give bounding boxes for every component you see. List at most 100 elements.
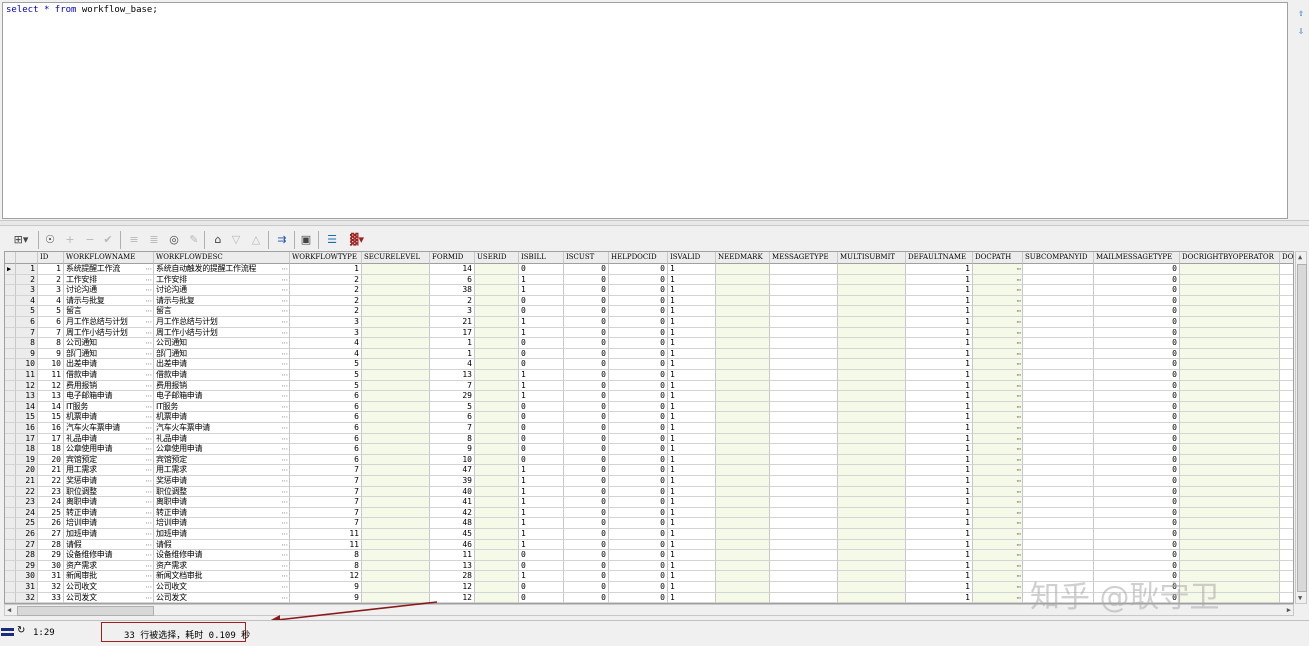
cell-isbill[interactable]: 0: [519, 550, 564, 561]
cell-helpdocid[interactable]: 0: [609, 592, 668, 603]
cell-needmark[interactable]: [716, 476, 770, 487]
cell-needmark[interactable]: [716, 401, 770, 413]
cell-ellipsis-button[interactable]: ⋯: [281, 540, 288, 550]
cell-iscust[interactable]: 0: [564, 423, 609, 434]
vertical-scroll-thumb[interactable]: [1297, 264, 1307, 592]
cell-userid[interactable]: [475, 423, 519, 434]
cell-doc[interactable]: [1280, 476, 1293, 487]
cell-docpath[interactable]: ⋯: [973, 401, 1023, 413]
cell-docpath[interactable]: ⋯: [973, 454, 1023, 466]
cell-userid[interactable]: [475, 518, 519, 529]
cell-messagetype[interactable]: [770, 465, 838, 476]
cell-userid[interactable]: [475, 476, 519, 487]
cell-ellipsis-button[interactable]: ⋯: [1017, 412, 1021, 422]
cell-multisubmit[interactable]: [838, 412, 906, 423]
cell-isbill[interactable]: 1: [519, 465, 564, 476]
filter-down-icon[interactable]: ▽: [228, 231, 244, 247]
cell-formid[interactable]: 17: [430, 327, 475, 339]
cell-workflowdesc[interactable]: 转正申请 ⋯: [154, 507, 290, 519]
col-header[interactable]: ISVALID: [668, 252, 716, 264]
cell-workflowdesc[interactable]: 请假 ⋯: [154, 539, 290, 551]
cell-isvalid[interactable]: 1: [668, 370, 716, 381]
cell-isvalid[interactable]: 1: [668, 338, 716, 349]
cell-userid[interactable]: [475, 465, 519, 476]
cell-formid[interactable]: 38: [430, 285, 475, 296]
cell-multisubmit[interactable]: [838, 529, 906, 540]
cell-workflowtype[interactable]: 6: [290, 454, 362, 466]
cell-multisubmit[interactable]: [838, 518, 906, 529]
cell-id[interactable]: 8: [38, 338, 64, 349]
cell-multisubmit[interactable]: [838, 370, 906, 381]
cell-docrightbyoperator[interactable]: [1180, 401, 1280, 413]
cell-docpath[interactable]: ⋯: [973, 592, 1023, 603]
cell-multisubmit[interactable]: [838, 592, 906, 603]
cell-needmark[interactable]: [716, 327, 770, 339]
cell-isvalid[interactable]: 1: [668, 295, 716, 307]
cell-doc[interactable]: [1280, 402, 1293, 413]
cell-formid[interactable]: 48: [430, 518, 475, 529]
cell-ellipsis-button[interactable]: ⋯: [281, 529, 288, 539]
cell-userid[interactable]: [475, 317, 519, 328]
cell-workflowdesc[interactable]: 资产需求 ⋯: [154, 560, 290, 572]
cell-needmark[interactable]: [716, 274, 770, 286]
cell-multisubmit[interactable]: [838, 571, 906, 582]
cell-id[interactable]: 32: [38, 582, 64, 593]
cell-needmark[interactable]: [716, 497, 770, 508]
cell-ellipsis-button[interactable]: ⋯: [281, 285, 288, 295]
cell-subcompanyid[interactable]: [1023, 317, 1094, 328]
cell-securelevel[interactable]: [362, 285, 430, 296]
cell-ellipsis-button[interactable]: ⋯: [145, 582, 152, 592]
cell-workflowdesc[interactable]: 公司通知 ⋯: [154, 338, 290, 349]
cell-ellipsis-button[interactable]: ⋯: [145, 540, 152, 550]
col-header[interactable]: MULTISUBMIT: [838, 252, 906, 264]
cell-helpdocid[interactable]: 0: [609, 454, 668, 466]
cell-defaultname[interactable]: 1: [906, 264, 973, 275]
cell-docrightbyoperator[interactable]: [1180, 454, 1280, 466]
cell-subcompanyid[interactable]: [1023, 285, 1094, 296]
cell-helpdocid[interactable]: 0: [609, 306, 668, 317]
cell-iscust[interactable]: 0: [564, 359, 609, 370]
splitter[interactable]: [0, 220, 1309, 226]
cell-workflowdesc[interactable]: 电子邮箱申请 ⋯: [154, 391, 290, 402]
cell-isvalid[interactable]: 1: [668, 327, 716, 339]
cell-mailmessagetype[interactable]: 0: [1094, 497, 1180, 508]
fetch-next-icon[interactable]: ≡: [126, 231, 142, 247]
cell-ellipsis-button[interactable]: ⋯: [281, 434, 288, 444]
cell-subcompanyid[interactable]: [1023, 348, 1094, 360]
cell-helpdocid[interactable]: 0: [609, 401, 668, 413]
cell-needmark[interactable]: [716, 550, 770, 561]
cell-doc[interactable]: [1280, 391, 1293, 402]
cell-mailmessagetype[interactable]: 0: [1094, 285, 1180, 296]
cell-iscust[interactable]: 0: [564, 550, 609, 561]
cell-ellipsis-button[interactable]: ⋯: [281, 359, 288, 369]
cell-needmark[interactable]: [716, 264, 770, 275]
cell-isvalid[interactable]: 1: [668, 582, 716, 593]
cell-iscust[interactable]: 0: [564, 348, 609, 360]
cell-workflowname[interactable]: 离职申请 ⋯: [64, 497, 154, 508]
cell-doc[interactable]: [1280, 540, 1293, 551]
cell-doc[interactable]: [1280, 434, 1293, 445]
cell-messagetype[interactable]: [770, 486, 838, 498]
cell-subcompanyid[interactable]: [1023, 507, 1094, 519]
cell-ellipsis-button[interactable]: ⋯: [145, 349, 152, 359]
cell-iscust[interactable]: 0: [564, 582, 609, 593]
cell-ellipsis-button[interactable]: ⋯: [145, 465, 152, 475]
cell-id[interactable]: 4: [38, 295, 64, 307]
cell-docrightbyoperator[interactable]: [1180, 327, 1280, 339]
cell-messagetype[interactable]: [770, 423, 838, 434]
cell-isbill[interactable]: 1: [519, 380, 564, 392]
cell-isbill[interactable]: 0: [519, 560, 564, 572]
cell-mailmessagetype[interactable]: 0: [1094, 359, 1180, 370]
cell-userid[interactable]: [475, 444, 519, 455]
cell-isvalid[interactable]: 1: [668, 571, 716, 582]
cell-workflowtype[interactable]: 7: [290, 518, 362, 529]
cell-id[interactable]: 24: [38, 497, 64, 508]
cell-helpdocid[interactable]: 0: [609, 274, 668, 286]
cell-isvalid[interactable]: 1: [668, 486, 716, 498]
cell-isbill[interactable]: 0: [519, 433, 564, 445]
cell-iscust[interactable]: 0: [564, 295, 609, 307]
cell-workflowname[interactable]: 公章使用申请 ⋯: [64, 444, 154, 455]
cell-iscust[interactable]: 0: [564, 592, 609, 603]
cell-subcompanyid[interactable]: [1023, 497, 1094, 508]
cell-docpath[interactable]: ⋯: [973, 306, 1023, 317]
